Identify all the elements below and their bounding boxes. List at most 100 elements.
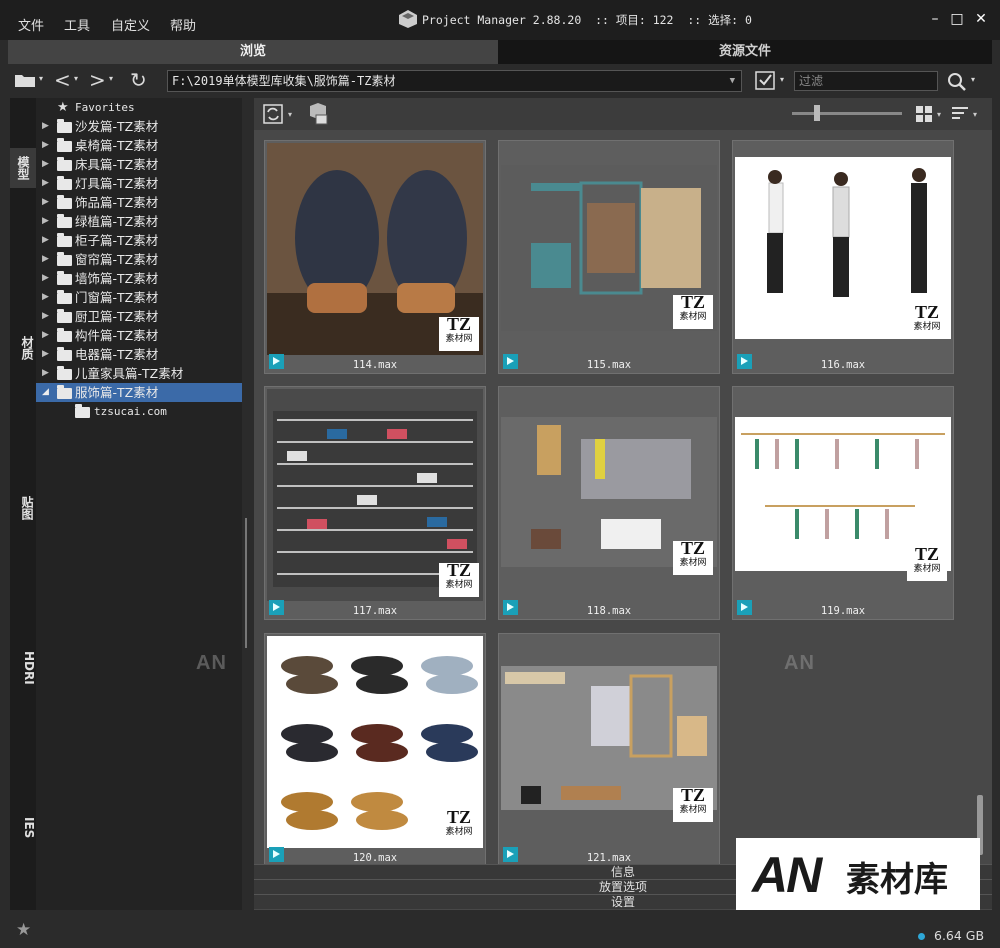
- tree-item[interactable]: ▶ 墙饰篇-TZ素材: [36, 269, 242, 288]
- thumbnail-item[interactable]: TZ 素材网 116.max: [732, 140, 954, 374]
- view-dropdown-icon[interactable]: ▾: [937, 110, 941, 119]
- tree-item[interactable]: ▶ 柜子篇-TZ素材: [36, 231, 242, 250]
- tab-assets[interactable]: 资源文件: [498, 40, 992, 64]
- thumbnail-item[interactable]: TZ 素材网 121.max: [498, 633, 720, 867]
- maximize-button[interactable]: □: [948, 10, 966, 28]
- collapse-arrow-icon[interactable]: ◢: [42, 383, 49, 402]
- back-dropdown-icon[interactable]: ▾: [74, 74, 78, 83]
- expand-arrow-icon[interactable]: ▶: [42, 212, 49, 231]
- tz-watermark: TZ 素材网: [673, 293, 713, 329]
- expand-arrow-icon[interactable]: ▶: [42, 269, 49, 288]
- path-dropdown-icon[interactable]: ▼: [730, 71, 735, 91]
- refresh-icon[interactable]: ↻: [130, 68, 147, 92]
- search-dropdown-icon[interactable]: ▾: [971, 75, 975, 84]
- folder-icon: [57, 233, 72, 247]
- thumbnail-image: TZ 素材网: [267, 143, 483, 355]
- expand-arrow-icon[interactable]: ▶: [42, 117, 49, 136]
- vertical-scrollbar[interactable]: [976, 130, 984, 864]
- expand-arrow-icon[interactable]: ▶: [42, 231, 49, 250]
- tree-item[interactable]: ▶ 绿植篇-TZ素材: [36, 212, 242, 231]
- path-input[interactable]: F:\2019单体模型库收集\服饰篇-TZ素材 ▼: [167, 70, 742, 92]
- tree-item-selected[interactable]: ◢ 服饰篇-TZ素材: [36, 383, 242, 402]
- thumbnail-image: TZ 素材网: [501, 389, 717, 601]
- panel-splitter[interactable]: [242, 98, 254, 910]
- close-button[interactable]: ✕: [972, 10, 990, 28]
- expand-arrow-icon[interactable]: ▶: [42, 250, 49, 269]
- tree-item[interactable]: ▶ 饰品篇-TZ素材: [36, 193, 242, 212]
- thumbnail-item[interactable]: TZ 素材网 115.max: [498, 140, 720, 374]
- thumbnail-image: TZ 素材网: [501, 636, 717, 848]
- expand-arrow-icon[interactable]: ▶: [42, 307, 49, 326]
- tree-child-item[interactable]: tzsucai.com: [36, 402, 242, 421]
- package-icon[interactable]: [306, 102, 328, 126]
- tree-item[interactable]: ▶ 床具篇-TZ素材: [36, 155, 242, 174]
- thumbnail-filename: 115.max: [586, 359, 632, 371]
- side-tab-hdri[interactable]: HDRI: [10, 643, 36, 693]
- tree-item[interactable]: ▶ 窗帘篇-TZ素材: [36, 250, 242, 269]
- menu-customize[interactable]: 自定义: [111, 15, 150, 34]
- sort-icon[interactable]: [952, 106, 970, 122]
- menu-help[interactable]: 帮助: [170, 15, 196, 34]
- thumbnail-image: TZ 素材网: [267, 389, 483, 601]
- folder-icon: [57, 385, 72, 399]
- menu-file[interactable]: 文件: [18, 15, 44, 34]
- thumbnail-item[interactable]: TZ 素材网 119.max: [732, 386, 954, 620]
- tree-item[interactable]: ▶ 桌椅篇-TZ素材: [36, 136, 242, 155]
- folder-tree: ★ Favorites ▶ 沙发篇-TZ素材 ▶ 桌椅篇-TZ素材 ▶ 床具篇-TZ素…: [36, 98, 242, 910]
- splitter-grip[interactable]: [245, 518, 247, 648]
- expand-arrow-icon[interactable]: ▶: [42, 174, 49, 193]
- expand-arrow-icon[interactable]: ▶: [42, 193, 49, 212]
- thumbnail-item[interactable]: TZ 素材网 114.max: [264, 140, 486, 374]
- app-logo-icon: [399, 10, 417, 28]
- thumbnail-size-slider[interactable]: [792, 112, 902, 115]
- tree-item[interactable]: ▶ 沙发篇-TZ素材: [36, 117, 242, 136]
- forward-dropdown-icon[interactable]: ▾: [109, 74, 113, 83]
- minimize-button[interactable]: –: [926, 10, 944, 28]
- side-tab-ies[interactable]: IES: [10, 813, 36, 843]
- checkbox-icon[interactable]: [755, 71, 777, 91]
- tree-item[interactable]: ▶ 厨卫篇-TZ素材: [36, 307, 242, 326]
- navigation-toolbar: ▾ < ▾ > ▾ ↻ F:\2019单体模型库收集\服饰篇-TZ素材 ▼ ▾ …: [0, 64, 1000, 98]
- side-tab-textures[interactable]: 贴图: [10, 488, 36, 528]
- content-toolbar: ▾ ▾ ▾: [254, 98, 992, 130]
- expand-arrow-icon[interactable]: ▶: [42, 288, 49, 307]
- thumbnail-filename: 119.max: [820, 605, 866, 617]
- tree-item[interactable]: ▶ 门窗篇-TZ素材: [36, 288, 242, 307]
- expand-arrow-icon[interactable]: ▶: [42, 326, 49, 345]
- checkbox-dropdown-icon[interactable]: ▾: [780, 75, 784, 84]
- tab-browse[interactable]: 浏览: [8, 40, 498, 64]
- logo-an-text: AN: [752, 847, 822, 903]
- tree-item[interactable]: ▶ 儿童家具篇-TZ素材: [36, 364, 242, 383]
- folder-icon: [57, 347, 72, 361]
- expand-arrow-icon[interactable]: ▶: [42, 364, 49, 383]
- thumbnail-item[interactable]: TZ 素材网 117.max: [264, 386, 486, 620]
- tree-item[interactable]: ▶ 构件篇-TZ素材: [36, 326, 242, 345]
- thumbnail-filename: 121.max: [586, 852, 632, 864]
- sync-icon[interactable]: [262, 103, 284, 125]
- watermark-an: AN: [196, 652, 227, 674]
- back-icon[interactable]: <: [54, 68, 71, 92]
- thumbnail-item[interactable]: TZ 素材网 118.max: [498, 386, 720, 620]
- filter-input[interactable]: 过滤: [794, 71, 938, 91]
- expand-arrow-icon[interactable]: ▶: [42, 345, 49, 364]
- expand-arrow-icon[interactable]: ▶: [42, 136, 49, 155]
- grid-view-icon[interactable]: [916, 106, 932, 122]
- slider-handle[interactable]: [814, 105, 820, 121]
- search-icon[interactable]: [947, 72, 967, 92]
- menu-tools[interactable]: 工具: [64, 15, 90, 34]
- side-tab-materials[interactable]: 材质: [10, 328, 36, 368]
- side-tab-models[interactable]: 模型: [10, 148, 36, 188]
- folder-dropdown-icon[interactable]: ▾: [39, 74, 43, 83]
- thumbnail-filename: 116.max: [820, 359, 866, 371]
- sort-dropdown-icon[interactable]: ▾: [973, 110, 977, 119]
- tree-favorites[interactable]: ★ Favorites: [36, 98, 242, 117]
- expand-arrow-icon[interactable]: ▶: [42, 155, 49, 174]
- thumbnail-item[interactable]: TZ 素材网 120.max: [264, 633, 486, 867]
- tree-item[interactable]: ▶ 电器篇-TZ素材: [36, 345, 242, 364]
- folder-icon[interactable]: [14, 72, 36, 88]
- sync-dropdown-icon[interactable]: ▾: [288, 110, 292, 119]
- forward-icon[interactable]: >: [89, 68, 106, 92]
- tree-item[interactable]: ▶ 灯具篇-TZ素材: [36, 174, 242, 193]
- star-icon[interactable]: ★: [16, 920, 31, 940]
- window-title: Project Manager 2.88.20 :: 项目: 122 :: 选择…: [422, 13, 752, 27]
